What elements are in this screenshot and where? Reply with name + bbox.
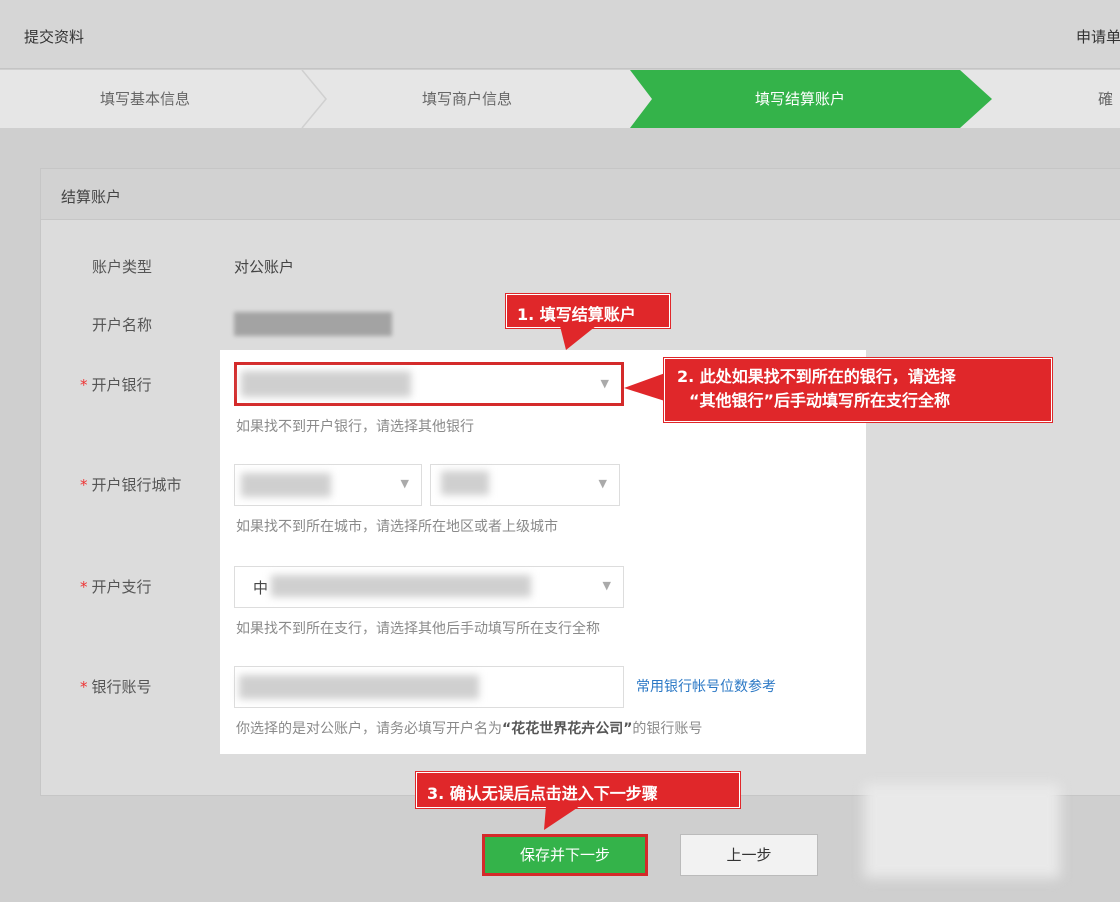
bank-select[interactable]: ▼ xyxy=(234,362,624,406)
bank-hint: 如果找不到开户银行，请选择其他银行 xyxy=(236,419,474,435)
account-name-redacted xyxy=(234,312,392,336)
step-divider xyxy=(301,70,327,128)
chevron-down-icon: ▼ xyxy=(400,477,409,490)
chevron-down-icon: ▼ xyxy=(602,579,611,592)
step-confirm: 確 xyxy=(1098,90,1114,108)
step-settlement-account: 填写结算账户 xyxy=(630,70,992,128)
page-title: 提交资料 xyxy=(24,28,85,46)
account-number-hint: 你选择的是对公账户，请务必填写开户名为“花花世界花卉公司”的银行账号 xyxy=(236,721,703,737)
step-basic-info: 填写基本信息 xyxy=(100,90,191,108)
chevron-down-icon: ▼ xyxy=(600,377,609,390)
branch-value: 中 xyxy=(253,579,269,597)
city-label: * 开户银行城市 xyxy=(80,476,182,494)
account-number-redacted xyxy=(239,675,479,699)
bank-value-redacted xyxy=(241,371,411,397)
callout-confirm-next: 3. 确认无误后点击进入下一步骤 xyxy=(415,771,741,809)
bank-label: * 开户银行 xyxy=(80,376,152,394)
panel-header: 结算账户 xyxy=(41,169,1120,220)
callout-arrow xyxy=(544,806,580,830)
account-type-label: 账户类型 xyxy=(92,258,153,276)
apply-link[interactable]: 申请单 xyxy=(1076,26,1120,47)
watermark-redacted xyxy=(864,784,1060,878)
step-merchant-info: 填写商户信息 xyxy=(422,90,513,108)
panel-title: 结算账户 xyxy=(61,188,122,206)
step-indicator: 填写基本信息 填写商户信息 填写结算账户 確 xyxy=(0,70,1120,129)
city-hint: 如果找不到所在城市，请选择所在地区或者上级城市 xyxy=(236,519,558,535)
branch-label: * 开户支行 xyxy=(80,578,152,596)
account-digits-reference-link[interactable]: 常用银行帐号位数参考 xyxy=(636,676,776,696)
chevron-down-icon: ▼ xyxy=(598,477,607,490)
account-type-value: 对公账户 xyxy=(234,258,295,276)
branch-hint: 如果找不到所在支行，请选择其他后手动填写所在支行全称 xyxy=(236,621,600,637)
branch-value-redacted xyxy=(271,575,531,597)
save-next-button[interactable]: 保存并下一步 xyxy=(482,834,648,876)
step-settlement-label: 填写结算账户 xyxy=(754,90,845,108)
province-select[interactable]: ▼ xyxy=(234,464,422,506)
callout-bank-hint: 2. 此处如果找不到所在的银行，请选择 “其他银行”后手动填写所在支行全称 xyxy=(663,357,1053,423)
account-number-label: * 银行账号 xyxy=(80,678,152,696)
account-number-input[interactable] xyxy=(234,666,624,708)
city-select[interactable]: ▼ xyxy=(430,464,620,506)
branch-select[interactable]: 中 ▼ xyxy=(234,566,624,608)
top-bar: 提交资料 申请单 xyxy=(0,0,1120,69)
callout-arrow xyxy=(560,326,596,350)
account-name-label: 开户名称 xyxy=(92,316,153,334)
city-value-redacted xyxy=(441,471,489,495)
callout-fill-account: 1. 填写结算账户 xyxy=(505,293,671,329)
province-value-redacted xyxy=(241,473,331,497)
callout-arrow xyxy=(624,372,668,402)
previous-button[interactable]: 上一步 xyxy=(680,834,818,876)
